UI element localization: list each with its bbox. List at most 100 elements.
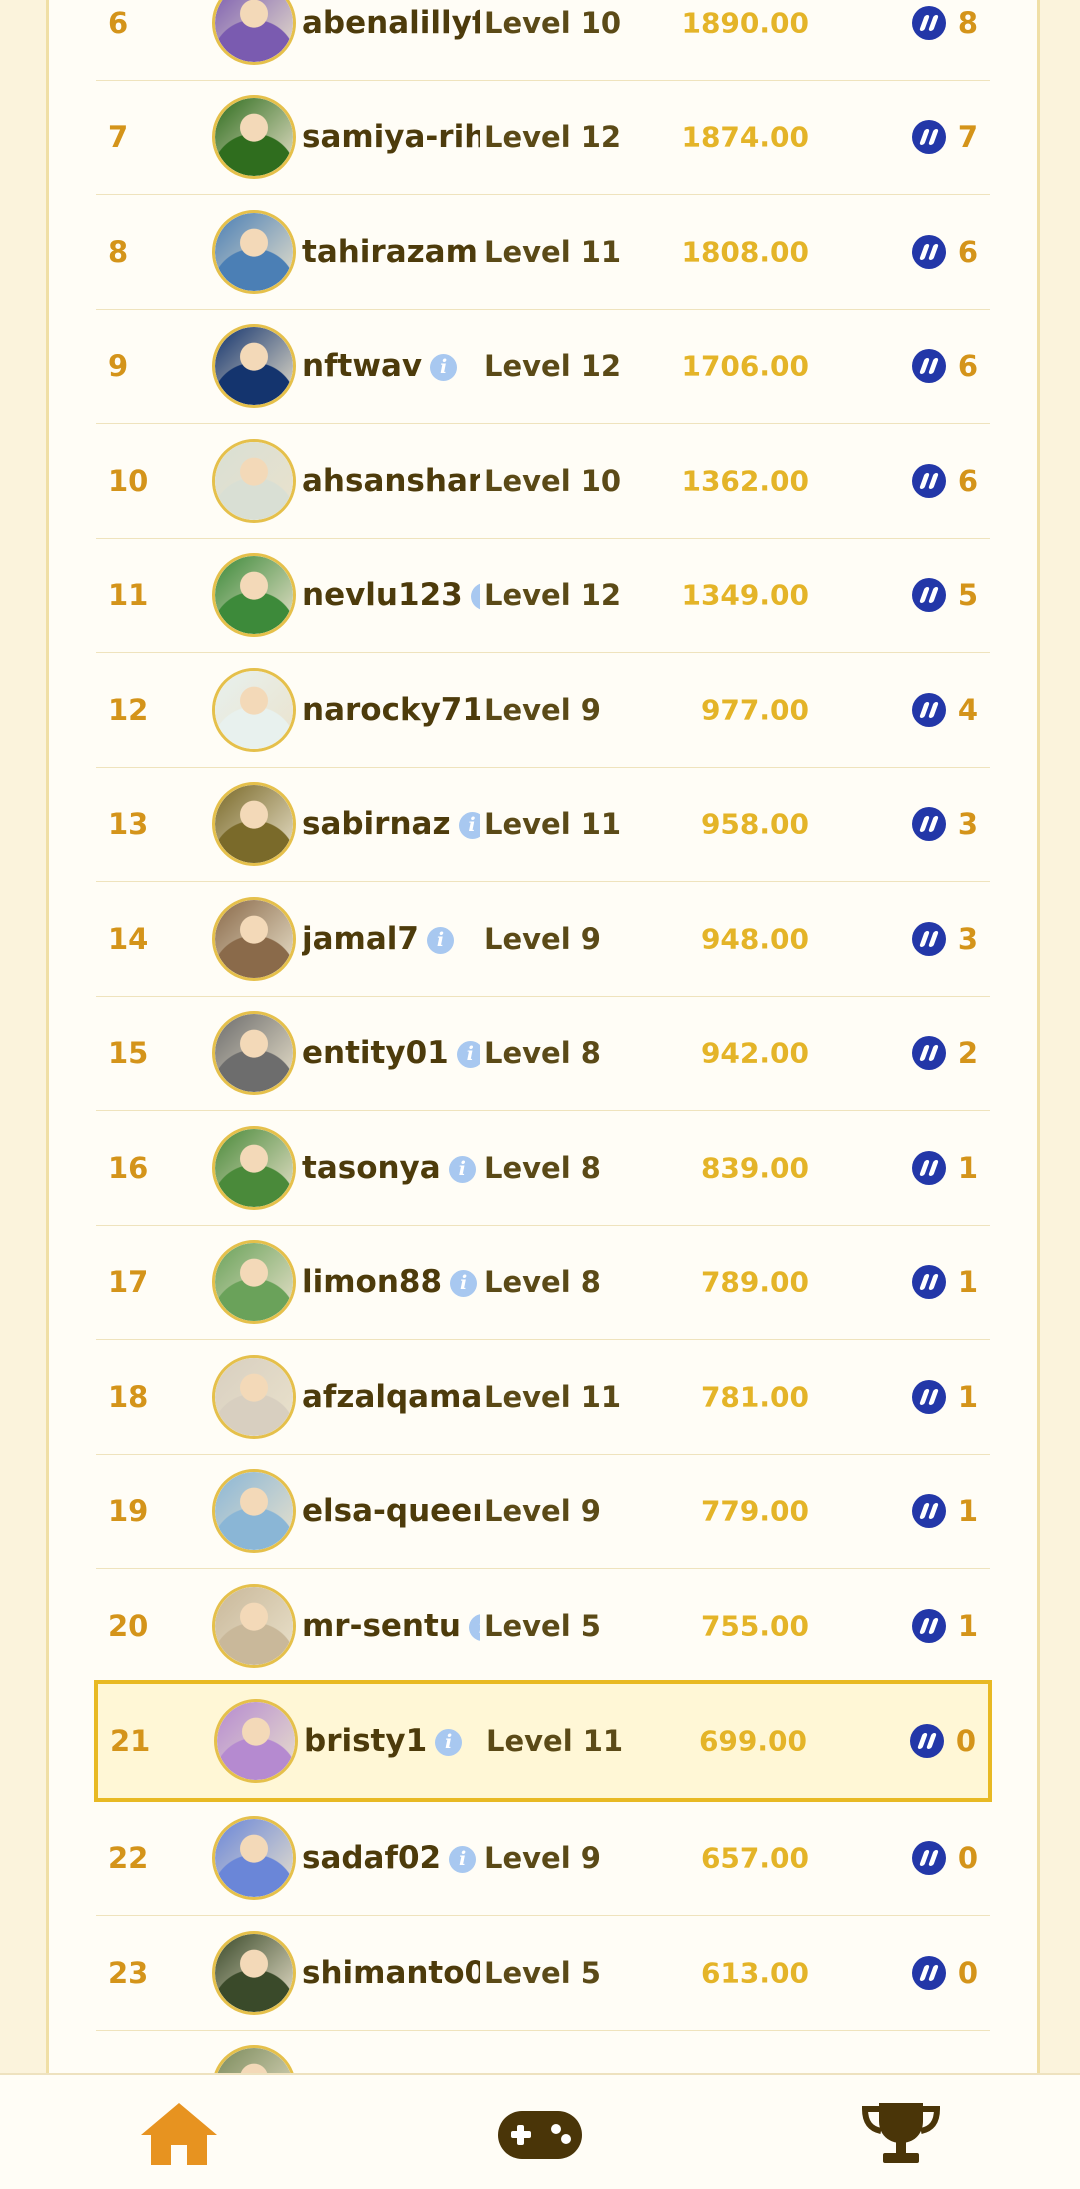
- avatar[interactable]: [212, 896, 296, 981]
- info-icon[interactable]: i: [470, 583, 480, 611]
- score: 789.00: [700, 1265, 809, 1299]
- username[interactable]: tahirazam: [302, 234, 480, 270]
- leaderboard-row[interactable]: 7 samiya-rih Level 12 1874.00 7: [96, 81, 990, 195]
- level: Level 10: [484, 5, 622, 40]
- reward: 3: [911, 921, 978, 956]
- avatar[interactable]: [212, 553, 296, 638]
- steem-coin-icon: [911, 5, 946, 40]
- rank: 11: [108, 578, 149, 613]
- avatar[interactable]: [212, 1930, 296, 2015]
- username[interactable]: entity01 i: [302, 1035, 480, 1071]
- steem-coin-icon: [911, 1608, 946, 1643]
- info-icon[interactable]: i: [430, 354, 458, 382]
- avatar[interactable]: [212, 324, 296, 409]
- rank: 19: [108, 1494, 149, 1529]
- score: 948.00: [700, 922, 809, 956]
- username-text: mr-sentu: [302, 1607, 461, 1644]
- username[interactable]: shimanto0: [302, 1955, 480, 1991]
- nav-game-button[interactable]: [496, 2099, 584, 2169]
- avatar[interactable]: [212, 209, 296, 294]
- username[interactable]: jamal7 i: [302, 921, 480, 957]
- leaderboard-row[interactable]: 8 tahirazam Level 11 1808.00 6: [96, 195, 990, 310]
- username-text: tasonya: [302, 1149, 441, 1186]
- leaderboard-row[interactable]: 17 limon88 i Level 8 789.00 1: [96, 1226, 990, 1340]
- leaderboard-row[interactable]: 9 nftwav i Level 12 1706.00 6: [96, 310, 990, 424]
- avatar-image: [215, 1243, 293, 1322]
- leaderboard-row[interactable]: 10 ahsanshari Level 10 1362.00 6: [96, 424, 990, 539]
- steem-coin-icon: [911, 578, 946, 613]
- current-user-row[interactable]: 21 bristy1 i Level 11 699.00 0: [94, 1679, 992, 1802]
- leaderboard-row[interactable]: 23 shimanto0 Level 5 613.00 0: [96, 1916, 990, 2031]
- leaderboard-row[interactable]: 16 tasonya i Level 8 839.00 1: [96, 1111, 990, 1226]
- avatar-image: [215, 327, 293, 406]
- score: 958.00: [700, 807, 809, 841]
- username-text: jamal7: [302, 920, 419, 957]
- info-icon[interactable]: i: [458, 812, 480, 840]
- avatar-image: [215, 556, 293, 635]
- username[interactable]: narocky71i: [302, 692, 480, 728]
- leaderboard-row[interactable]: 6 abenalillyf Level 10 1890.00 8: [96, 0, 990, 81]
- avatar[interactable]: [212, 1816, 296, 1901]
- info-icon[interactable]: i: [450, 1270, 478, 1298]
- avatar[interactable]: [212, 1354, 296, 1439]
- leaderboard-row[interactable]: 14 jamal7 i Level 9 948.00 3: [96, 882, 990, 997]
- leaderboard-row[interactable]: 18 afzalqama Level 11 781.00 1: [96, 1340, 990, 1455]
- info-icon[interactable]: i: [426, 926, 454, 954]
- avatar[interactable]: [212, 438, 296, 523]
- avatar[interactable]: [212, 782, 296, 867]
- username-text: sabirnaz: [302, 806, 451, 843]
- info-icon[interactable]: i: [456, 1041, 480, 1069]
- avatar[interactable]: [212, 1583, 296, 1668]
- username[interactable]: nftwav i: [302, 348, 480, 384]
- reward-value: 6: [957, 349, 978, 384]
- username[interactable]: abenalillyf: [302, 5, 480, 41]
- avatar[interactable]: [212, 95, 296, 180]
- leaderboard-row[interactable]: 19 elsa-queer Level 9 779.00 1: [96, 1455, 990, 1569]
- username[interactable]: elsa-queer: [302, 1493, 480, 1529]
- nav-home-button[interactable]: [135, 2099, 223, 2169]
- username[interactable]: afzalqama: [302, 1379, 480, 1415]
- avatar[interactable]: [214, 1698, 298, 1783]
- reward: 6: [911, 463, 978, 498]
- leaderboard-row[interactable]: 12 narocky71iLevel 9 977.00 4: [96, 653, 990, 768]
- score: 1874.00: [681, 120, 809, 154]
- username[interactable]: sabirnaz i: [302, 806, 480, 842]
- username[interactable]: mr-sentui: [302, 1608, 480, 1644]
- info-icon[interactable]: i: [449, 1846, 477, 1874]
- rank: 9: [108, 349, 129, 384]
- nav-trophy-button[interactable]: [857, 2099, 945, 2169]
- avatar-image: [215, 785, 293, 864]
- avatar[interactable]: [212, 667, 296, 752]
- reward-value: 3: [957, 921, 978, 956]
- info-icon[interactable]: i: [435, 1728, 463, 1756]
- username[interactable]: bristy1 i: [304, 1723, 482, 1759]
- reward-value: 1: [957, 1379, 978, 1414]
- leaderboard-row[interactable]: 15 entity01 i Level 8 942.00 2: [96, 997, 990, 1111]
- info-icon[interactable]: i: [468, 1613, 480, 1641]
- info-icon[interactable]: i: [448, 1155, 476, 1183]
- leaderboard-row[interactable]: 20 mr-sentuiLevel 5 755.00 1: [96, 1569, 990, 1684]
- steem-coin-icon: [911, 1955, 946, 1990]
- username[interactable]: tasonya i: [302, 1150, 480, 1186]
- level: Level 11: [484, 234, 622, 269]
- avatar[interactable]: [212, 1469, 296, 1554]
- steem-coin-icon: [911, 463, 946, 498]
- avatar[interactable]: [212, 1125, 296, 1210]
- username[interactable]: ahsanshari: [302, 463, 480, 499]
- level: Level 11: [486, 1723, 624, 1758]
- rank: 17: [108, 1265, 149, 1300]
- username[interactable]: samiya-rih: [302, 119, 480, 155]
- reward-value: 6: [957, 463, 978, 498]
- leaderboard-row[interactable]: 11 nevlu123iLevel 12 1349.00 5: [96, 539, 990, 653]
- username[interactable]: limon88 i: [302, 1264, 480, 1300]
- avatar[interactable]: [212, 1011, 296, 1096]
- avatar[interactable]: [212, 0, 296, 65]
- reward: 6: [911, 349, 978, 384]
- leaderboard-row[interactable]: 13 sabirnaz i Level 11 958.00 3: [96, 768, 990, 882]
- username-text: ahsanshari: [302, 462, 480, 499]
- avatar[interactable]: [212, 1240, 296, 1325]
- username[interactable]: nevlu123i: [302, 577, 480, 613]
- rank: 18: [108, 1379, 149, 1414]
- username[interactable]: sadaf02 i: [302, 1840, 480, 1876]
- leaderboard-row[interactable]: 22 sadaf02 i Level 9 657.00 0: [96, 1802, 990, 1916]
